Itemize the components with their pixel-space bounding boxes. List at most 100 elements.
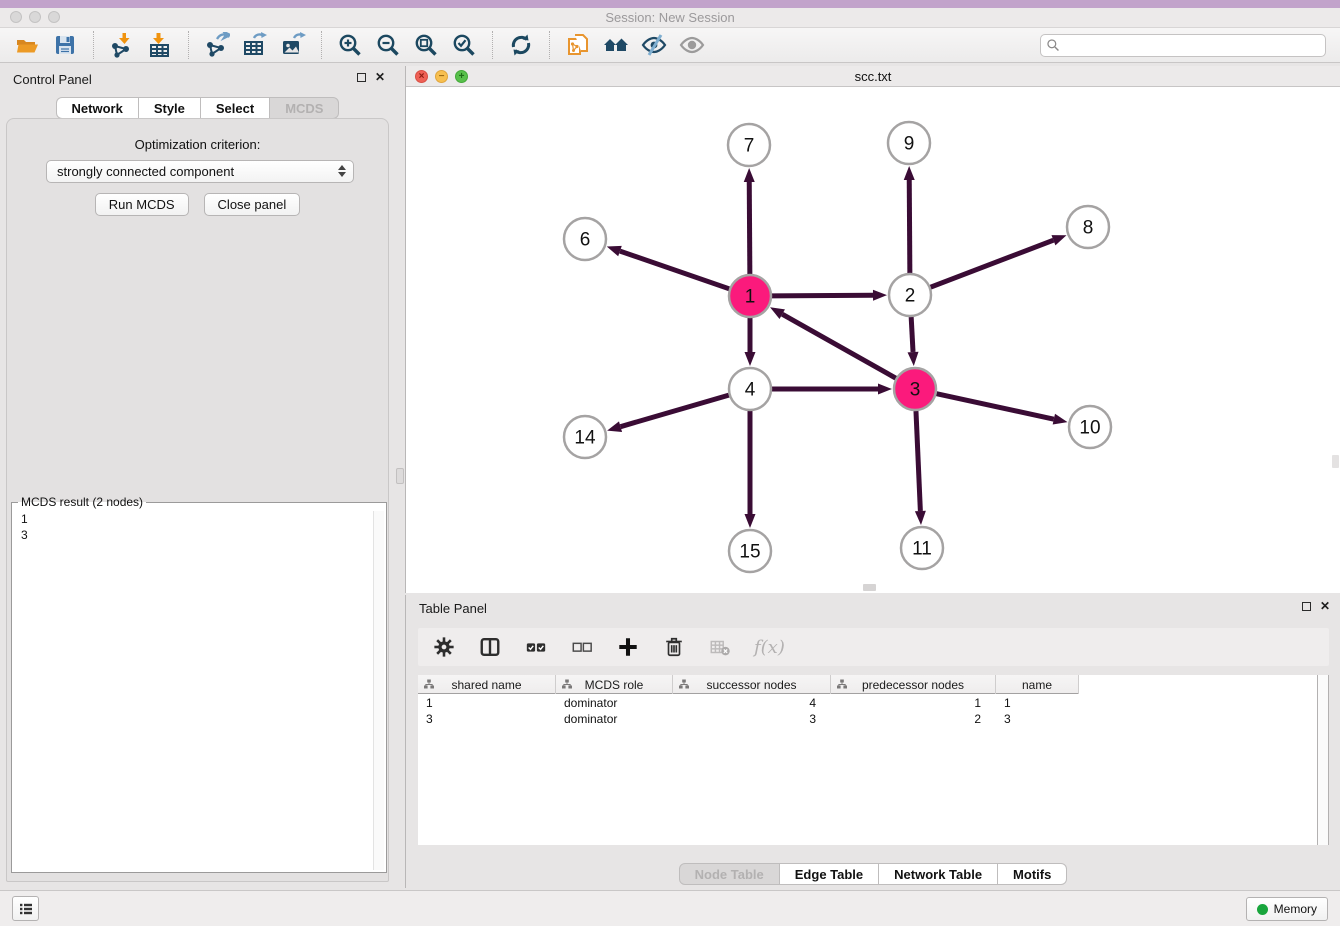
graph-edge-3-11[interactable] [915,411,926,525]
graph-edge-1-4[interactable] [745,318,756,366]
zoom-in-icon[interactable] [334,30,366,60]
table-cell[interactable]: dominator [556,711,673,727]
panel-splitter-handle[interactable] [396,468,404,484]
zoom-selected-icon[interactable] [448,30,480,60]
status-bar: Memory [0,890,1340,926]
column-header-successor-nodes[interactable]: successor nodes [673,675,831,694]
table-cell[interactable]: 3 [996,711,1079,727]
svg-text:1: 1 [745,287,756,308]
table-row[interactable]: 3dominator323 [418,711,1079,727]
duplicate-network-icon[interactable] [562,30,594,60]
show-columns-icon[interactable] [478,635,502,659]
mcds-result-scrollbar[interactable] [373,511,384,870]
graph-node-4[interactable]: 4 [729,368,771,410]
graph-node-11[interactable]: 11 [901,527,943,569]
table-cell[interactable]: 1 [996,695,1079,711]
criterion-select[interactable]: strongly connected component [46,160,354,183]
memory-button[interactable]: Memory [1246,897,1328,921]
table-tab-motifs[interactable]: Motifs [998,863,1067,885]
graph-node-8[interactable]: 8 [1067,206,1109,248]
import-table-icon[interactable] [144,30,176,60]
unselect-all-columns-icon[interactable] [570,635,594,659]
close-panel-button[interactable]: Close panel [204,193,301,216]
export-table-icon[interactable] [239,30,271,60]
optimization-criterion-label: Optimization criterion: [7,137,388,152]
graph-node-2[interactable]: 2 [889,274,931,316]
control-panel-float-icon[interactable] [357,73,366,82]
graph-edge-2-8[interactable] [931,235,1067,287]
canvas-right-grip[interactable] [1332,455,1339,468]
graph-node-3[interactable]: 3 [894,368,936,410]
export-network-icon[interactable] [201,30,233,60]
show-graphics-details-icon[interactable] [676,30,708,60]
mcds-result-list[interactable]: 13 [14,509,372,870]
graph-edge-3-10[interactable] [936,394,1067,425]
graph-edge-1-6[interactable] [607,246,729,289]
import-network-icon[interactable] [106,30,138,60]
canvas-bottom-grip[interactable] [863,584,876,591]
create-column-icon[interactable] [616,635,640,659]
control-tab-style[interactable]: Style [139,97,201,119]
network-graph[interactable]: 1 2 3 4 6 7 8 9 10 11 14 15 [406,87,1340,593]
table-cell[interactable]: 4 [673,695,831,711]
svg-text:9: 9 [904,134,915,155]
table-row[interactable]: 1dominator411 [418,695,1079,711]
task-list-icon [18,901,34,917]
graph-node-10[interactable]: 10 [1069,406,1111,448]
delete-column-trash-icon[interactable] [662,635,686,659]
control-tab-select[interactable]: Select [201,97,270,119]
control-tab-mcds[interactable]: MCDS [270,97,339,119]
table-tab-edge-table[interactable]: Edge Table [780,863,879,885]
graph-edge-3-1[interactable] [770,307,896,378]
graph-node-14[interactable]: 14 [564,416,606,458]
table-tab-network-table[interactable]: Network Table [879,863,998,885]
first-neighbors-icon[interactable] [600,30,632,60]
table-settings-gear-icon[interactable] [432,635,456,659]
graph-edge-2-9[interactable] [904,166,915,273]
column-header-shared-name[interactable]: shared name [418,675,556,694]
graph-node-7[interactable]: 7 [728,124,770,166]
graph-edge-2-3[interactable] [908,317,919,366]
table-cell[interactable]: 3 [418,711,556,727]
column-header-MCDS-role[interactable]: MCDS role [556,675,673,694]
graph-node-1[interactable]: 1 [729,275,771,317]
network-canvas[interactable]: 1 2 3 4 6 7 8 9 10 11 14 15 [406,87,1340,593]
table-panel-close-icon[interactable]: ✕ [1320,601,1330,611]
table-cell[interactable]: 1 [831,695,996,711]
table-cell[interactable]: dominator [556,695,673,711]
zoom-out-icon[interactable] [372,30,404,60]
table-scrollbar[interactable] [1317,675,1329,845]
select-all-columns-icon[interactable] [524,635,548,659]
graph-node-6[interactable]: 6 [564,218,606,260]
table-cell[interactable]: 1 [418,695,556,711]
refresh-icon[interactable] [505,30,537,60]
graph-node-9[interactable]: 9 [888,122,930,164]
task-history-button[interactable] [12,896,39,921]
graph-edge-4-3[interactable] [772,384,892,395]
search-field[interactable] [1040,34,1326,57]
table-cell[interactable]: 2 [831,711,996,727]
control-panel-title: Control Panel [13,72,92,87]
main-toolbar [0,28,1340,63]
zoom-fit-icon[interactable] [410,30,442,60]
column-header-predecessor-nodes[interactable]: predecessor nodes [831,675,996,694]
table-tab-node-table[interactable]: Node Table [679,863,780,885]
control-tab-network[interactable]: Network [56,97,139,119]
graph-edge-1-7[interactable] [744,168,755,274]
save-session-icon[interactable] [49,30,81,60]
graph-node-15[interactable]: 15 [729,530,771,572]
network-window-titlebar[interactable]: × − + scc.txt [406,66,1340,87]
search-input[interactable] [1064,38,1320,52]
column-header-name[interactable]: name [996,675,1079,694]
graph-edge-4-14[interactable] [607,395,729,432]
hide-graphics-details-icon[interactable] [638,30,670,60]
run-mcds-button[interactable]: Run MCDS [95,193,189,216]
open-session-icon[interactable] [11,30,43,60]
table-panel-float-icon[interactable] [1302,602,1311,611]
network-window-title: scc.txt [406,69,1340,84]
control-panel-close-icon[interactable]: ✕ [375,72,385,82]
export-image-icon[interactable] [277,30,309,60]
table-cell[interactable]: 3 [673,711,831,727]
graph-edge-4-15[interactable] [745,411,756,528]
graph-edge-1-2[interactable] [772,290,887,301]
